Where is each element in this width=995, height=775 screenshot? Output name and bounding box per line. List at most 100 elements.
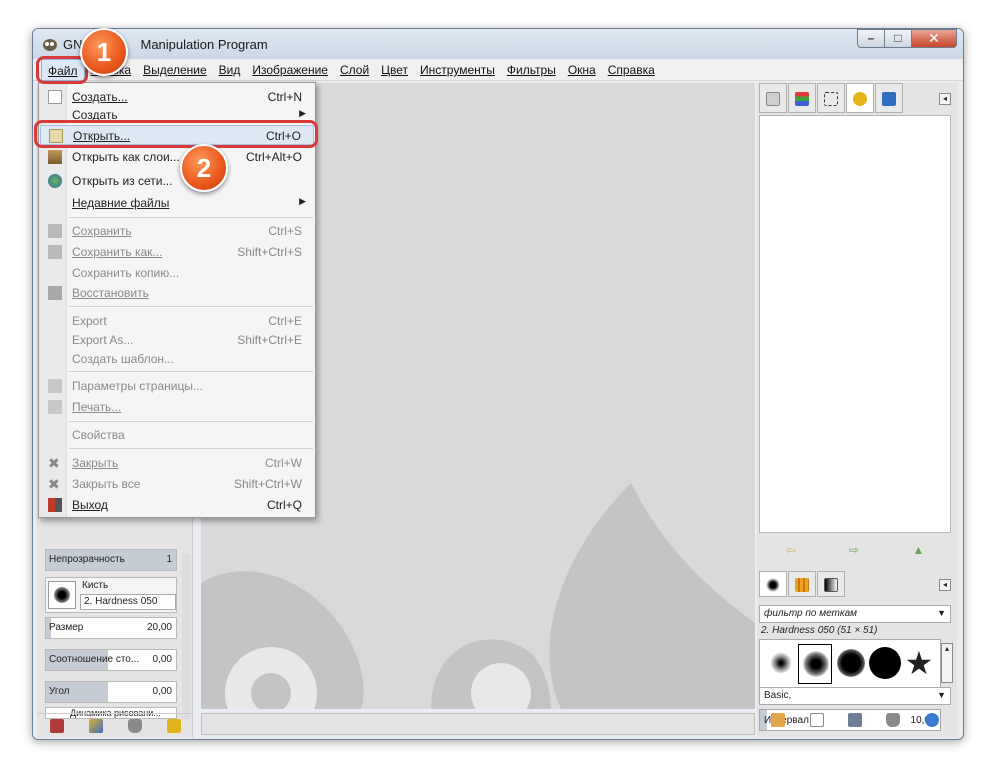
tab-paths[interactable]: [817, 83, 845, 113]
close-x-icon: ✖: [48, 455, 60, 471]
menu-item-label: Открыть из сети...: [72, 174, 173, 188]
brush-name-field[interactable]: 2. Hardness 050: [80, 594, 176, 610]
menu-item-shortcut: Ctrl+N: [267, 90, 302, 104]
menu-colors[interactable]: Цвет: [375, 59, 414, 81]
menu-item-quit[interactable]: Выход Ctrl+Q: [40, 495, 314, 515]
menu-item-export-as[interactable]: Export As... Shift+Ctrl+E: [40, 330, 314, 350]
brush-item[interactable]: [834, 644, 868, 684]
brush-item[interactable]: [868, 644, 902, 684]
size-label: Размер: [49, 622, 84, 633]
brush-selector[interactable]: Кисть 2. Hardness 050: [45, 577, 177, 613]
tab-gradients[interactable]: [817, 571, 845, 597]
redo-arrow-icon[interactable]: ⇨: [849, 543, 859, 557]
menu-item-save-copy[interactable]: Сохранить копию...: [40, 263, 314, 283]
menu-item-open-as-layers[interactable]: Открыть как слои... Ctrl+Alt+O: [40, 147, 314, 167]
step-badge-2: 2: [180, 144, 228, 192]
undo-icon: [853, 92, 867, 106]
brushes-dock-menu-button[interactable]: ◂: [939, 579, 951, 591]
aspect-ratio-slider[interactable]: Соотношение сто... 0,00: [45, 649, 177, 671]
menu-select[interactable]: Выделение: [137, 59, 213, 81]
images-icon: [766, 92, 780, 106]
menu-item-recent[interactable]: Недавние файлы ▶: [40, 193, 314, 213]
menu-layer[interactable]: Слой: [334, 59, 375, 81]
menu-item-label: Печать...: [72, 400, 122, 414]
menu-image[interactable]: Изображение: [246, 59, 334, 81]
menu-item-close[interactable]: ✖ Закрыть Ctrl+W: [40, 453, 314, 473]
menu-filters[interactable]: Фильтры: [501, 59, 562, 81]
undo-panel-buttons: ⇦ ⇨ ▲: [759, 541, 951, 559]
menu-item-properties[interactable]: Свойства: [40, 425, 314, 445]
menu-item-shortcut: Ctrl+Q: [266, 498, 302, 512]
brush-tag-filter[interactable]: фильтр по меткам ▼: [759, 605, 951, 623]
menu-item-page-setup[interactable]: Параметры страницы...: [40, 376, 314, 396]
selected-brush-caption: 2. Hardness 050 (51 × 51): [761, 625, 878, 636]
opacity-label: Непрозрачность: [49, 554, 125, 565]
duplicate-brush-icon[interactable]: [847, 713, 862, 727]
tab-patterns[interactable]: [788, 571, 816, 597]
menu-item-save-as[interactable]: Сохранить как... Shift+Ctrl+S: [40, 242, 314, 262]
brush-item-selected[interactable]: [798, 644, 832, 684]
clear-history-icon[interactable]: ▲: [912, 543, 924, 557]
brush-tab-icon: [766, 578, 780, 592]
aspect-ratio-label: Соотношение сто...: [49, 654, 140, 665]
tab-channels[interactable]: [875, 83, 903, 113]
undo-arrow-icon[interactable]: ⇦: [786, 543, 796, 557]
menu-view[interactable]: Вид: [213, 59, 247, 81]
menu-separator: [69, 306, 313, 307]
menu-item-create-template[interactable]: Создать шаблон...: [40, 349, 314, 369]
menu-item-label: Недавние файлы: [72, 196, 170, 210]
tab-undo-history[interactable]: [846, 83, 874, 113]
menu-separator: [69, 217, 313, 218]
minimize-button[interactable]: –: [857, 29, 885, 48]
brush-preview[interactable]: [48, 581, 76, 609]
tool-options-scrollbar[interactable]: [182, 553, 191, 719]
menu-item-close-all[interactable]: ✖ Закрыть все Shift+Ctrl+W: [40, 474, 314, 494]
brush-grid-scrollbar[interactable]: ▴: [941, 643, 953, 683]
paths-icon: [824, 92, 838, 106]
menu-windows[interactable]: Окна: [562, 59, 602, 81]
edit-brush-icon[interactable]: [771, 713, 786, 727]
menu-tools[interactable]: Инструменты: [414, 59, 501, 81]
maximize-icon: □: [894, 31, 902, 45]
save-options-icon[interactable]: [49, 718, 64, 733]
brush-star-icon[interactable]: ★: [902, 644, 936, 684]
menu-item-label: Выход: [72, 498, 108, 512]
menu-item-new[interactable]: Создать... Ctrl+N: [40, 87, 314, 107]
opacity-slider[interactable]: Непрозрачность 1: [45, 549, 177, 571]
menu-item-open-location[interactable]: Открыть из сети...: [40, 171, 314, 191]
tab-images[interactable]: [759, 83, 787, 113]
save-as-icon: [48, 245, 62, 259]
menu-item-save[interactable]: Сохранить Ctrl+S: [40, 221, 314, 241]
reset-options-icon[interactable]: [166, 718, 181, 733]
refresh-brushes-icon[interactable]: [924, 713, 939, 727]
revert-icon: [48, 286, 62, 300]
brush-item[interactable]: [764, 644, 798, 684]
dock-menu-button[interactable]: ◂: [939, 93, 951, 105]
tab-layers[interactable]: [788, 83, 816, 113]
angle-slider[interactable]: Угол 0,00: [45, 681, 177, 703]
restore-options-icon[interactable]: [88, 718, 103, 733]
menu-item-label: Сохранить копию...: [72, 266, 180, 280]
menu-item-label: Сохранить: [72, 224, 132, 238]
menu-item-print[interactable]: Печать...: [40, 397, 314, 417]
tab-brushes[interactable]: [759, 571, 787, 597]
delete-options-icon[interactable]: [127, 718, 142, 733]
menu-item-label: Восстановить: [72, 286, 149, 300]
menu-item-revert[interactable]: Восстановить: [40, 283, 314, 303]
menu-item-export[interactable]: Export Ctrl+E: [40, 311, 314, 331]
close-window-button[interactable]: ✕: [911, 29, 957, 48]
new-brush-icon[interactable]: [809, 713, 824, 727]
close-all-icon: ✖: [48, 476, 60, 492]
menu-help[interactable]: Справка: [602, 59, 661, 81]
undo-history-panel[interactable]: [759, 115, 951, 533]
maximize-button[interactable]: □: [884, 29, 912, 48]
delete-brush-icon[interactable]: [886, 713, 901, 727]
brush-grid[interactable]: ★: [759, 639, 941, 689]
brush-preset-selector[interactable]: Basic, ▼: [759, 687, 951, 705]
submenu-arrow-icon: ▶: [299, 108, 306, 118]
menu-item-label: Свойства: [72, 428, 125, 442]
menu-item-shortcut: Ctrl+Alt+O: [245, 150, 302, 164]
menu-item-shortcut: Shift+Ctrl+E: [237, 333, 302, 347]
size-slider[interactable]: Размер 20,00: [45, 617, 177, 639]
highlight-ring-file-menu: [36, 56, 88, 84]
